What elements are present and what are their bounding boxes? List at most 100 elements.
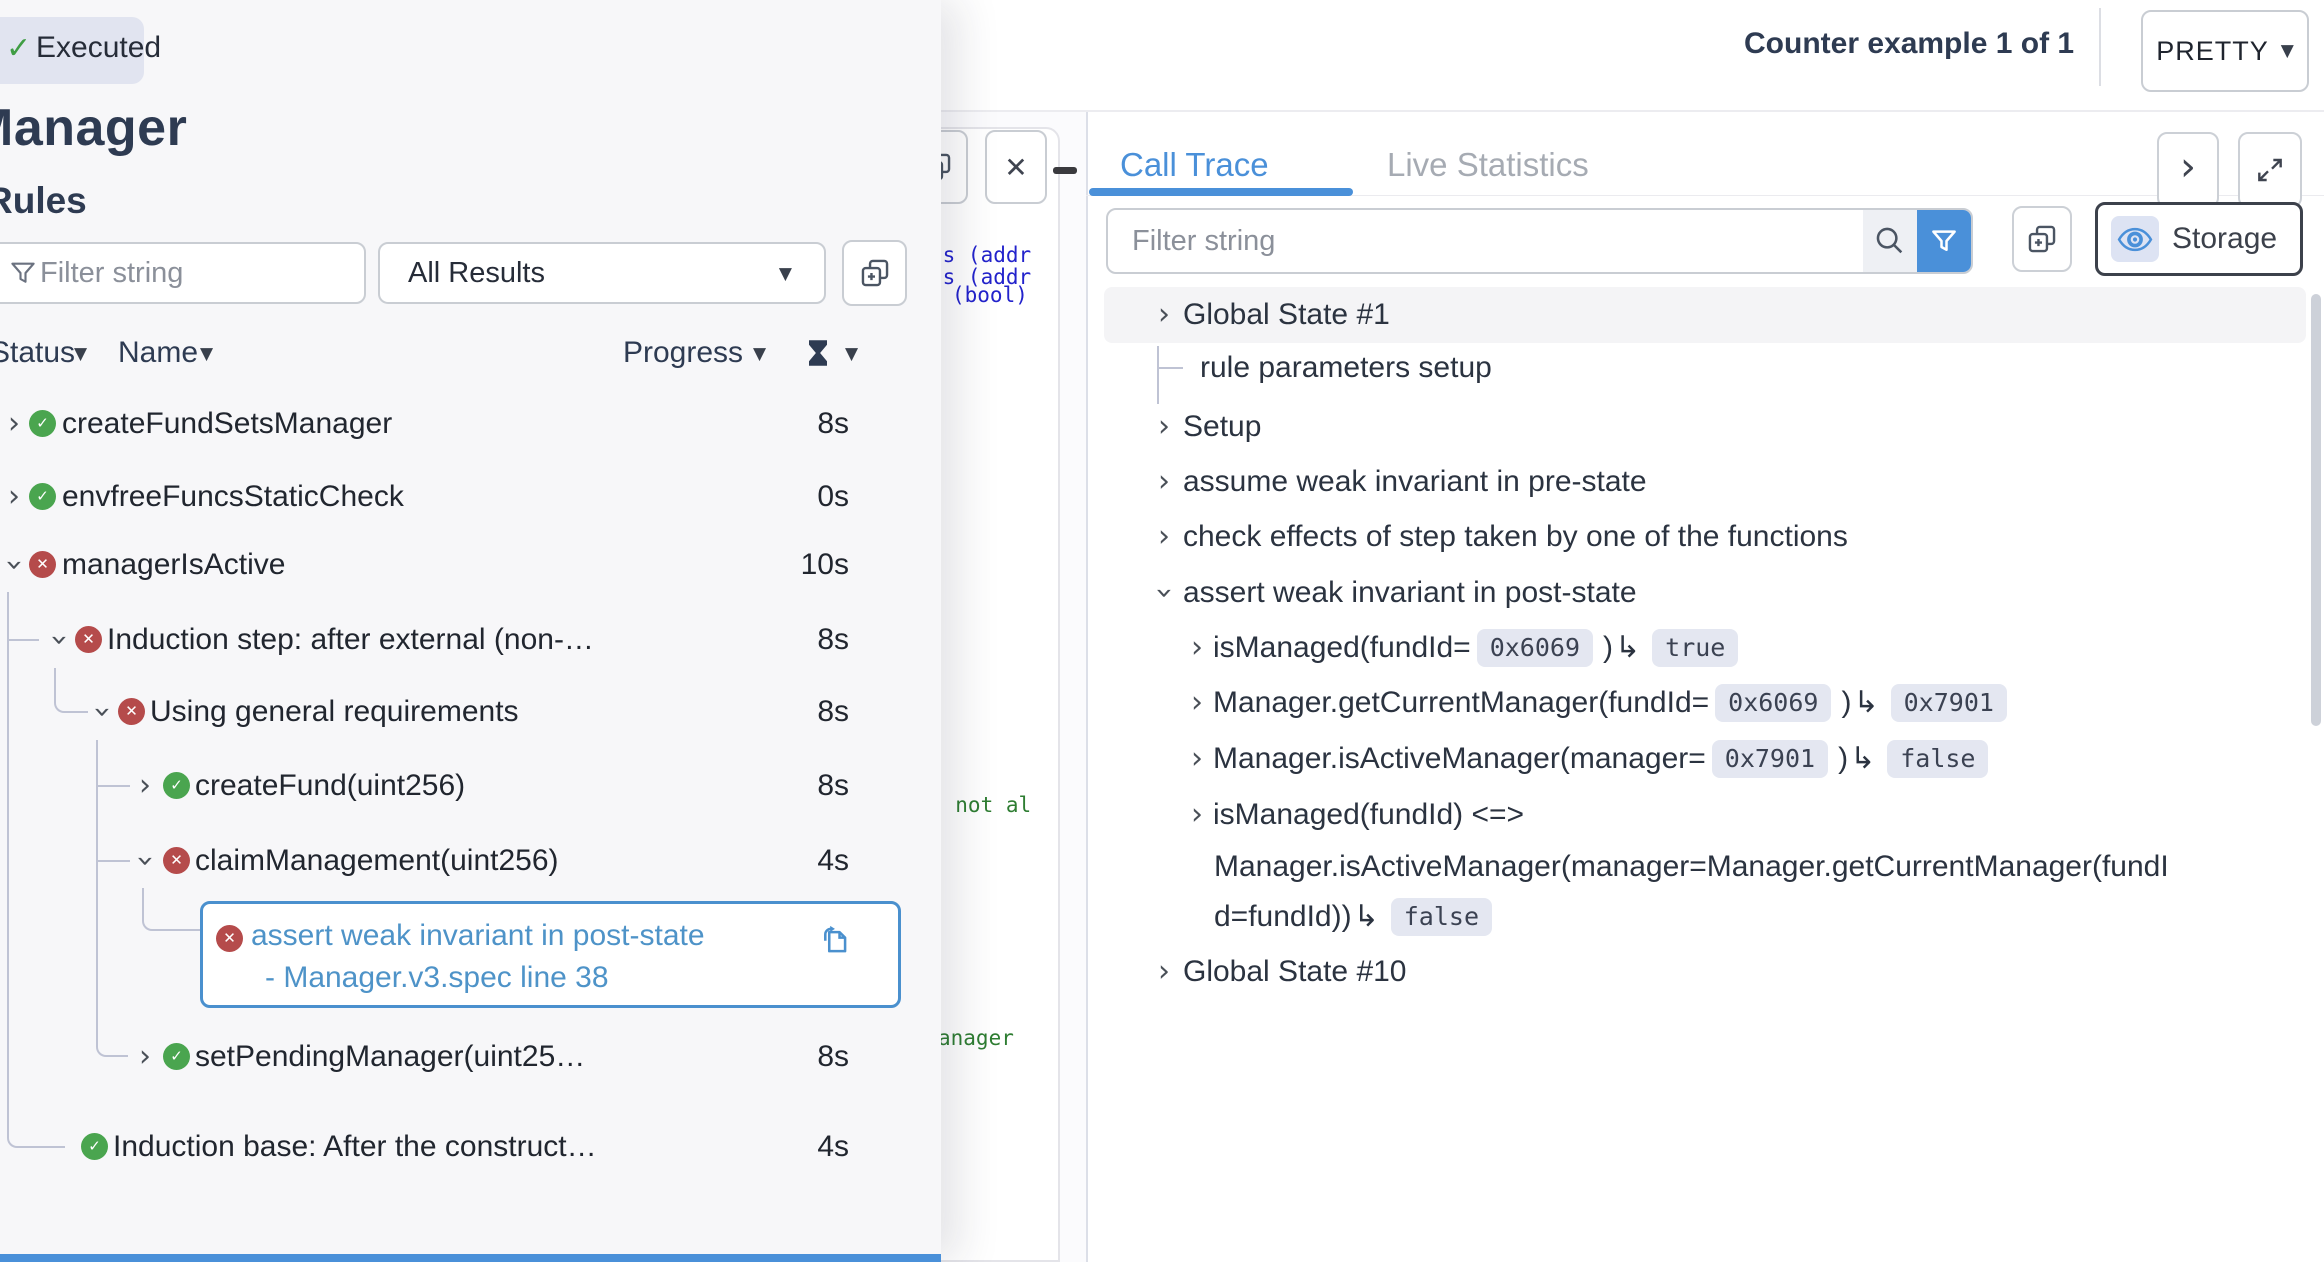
expand-chevron-icon[interactable]: › [2, 476, 26, 518]
rules-section-title: Rules [0, 180, 87, 222]
violation-line1: assert weak invariant in post-state [251, 916, 705, 956]
trace-filter-button[interactable] [1917, 210, 1971, 272]
expand-chevron-icon[interactable]: › [1184, 794, 1210, 836]
rules-filter-input[interactable] [40, 244, 340, 302]
duration-hourglass-icon[interactable] [806, 338, 830, 368]
column-progress[interactable]: Progress [623, 334, 743, 372]
check-icon: ✓ [6, 31, 31, 66]
tree-line [7, 1126, 65, 1148]
column-name[interactable]: Name [118, 334, 198, 372]
expand-chevron-icon[interactable]: › [133, 1036, 157, 1078]
tab-live-statistics[interactable]: Live Statistics [1387, 142, 1589, 188]
rule-label[interactable]: Induction step: after external (non-… [107, 619, 594, 661]
sort-caret-icon[interactable]: ▼ [845, 344, 858, 364]
rule-label[interactable]: claimManagement(uint256) [195, 840, 559, 882]
trace-row[interactable]: Global State #10 [1183, 951, 1407, 993]
rule-label[interactable]: envfreeFuncsStaticCheck [62, 476, 404, 518]
search-zone[interactable] [1863, 210, 1917, 272]
trace-tree-line [1157, 346, 1159, 404]
tree-line [142, 910, 200, 931]
trace-scrollbar-thumb[interactable] [2311, 294, 2321, 726]
trace-label: ) [1838, 738, 1848, 780]
fail-icon: ✕ [216, 925, 243, 952]
sort-caret-icon[interactable]: ▼ [200, 344, 213, 364]
trace-label: rule parameters setup [1200, 347, 1492, 389]
code-fragment: anager [938, 1026, 1014, 1050]
value-chip: false [1887, 740, 1988, 778]
header-divider [2099, 8, 2101, 86]
expand-chevron-icon[interactable]: › [133, 765, 157, 807]
column-status[interactable]: Status [0, 334, 75, 372]
rules-panel: ✓ Executed Manager Rules All Results ▼ S… [0, 0, 941, 1262]
rule-label[interactable]: setPendingManager(uint25… [195, 1036, 585, 1078]
storage-label: Storage [2172, 205, 2277, 273]
trace-label: Manager.isActiveManager(manager= [1213, 738, 1706, 780]
rules-copy-button[interactable] [842, 240, 907, 306]
expand-chevron-icon[interactable]: › [2, 403, 26, 445]
pass-icon: ✓ [163, 1043, 190, 1070]
rule-label[interactable]: createFund(uint256) [195, 765, 465, 807]
trace-row[interactable]: rule parameters setup [1200, 347, 1492, 389]
expand-chevron-icon[interactable]: › [1151, 516, 1177, 558]
collapse-chevron-icon[interactable]: › [1143, 580, 1185, 606]
tab-call-trace[interactable]: Call Trace [1120, 142, 1269, 188]
rule-label[interactable]: createFundSetsManager [62, 403, 392, 445]
trace-row[interactable]: Manager.isActiveManager(manager=Manager.… [1214, 846, 2169, 888]
pass-icon: ✓ [29, 483, 56, 510]
expand-chevron-icon[interactable]: › [1151, 461, 1177, 503]
rule-label[interactable]: managerIsActive [62, 544, 285, 586]
trace-copy-button[interactable] [2012, 206, 2072, 272]
pass-icon: ✓ [29, 410, 56, 437]
code-close-button[interactable]: ✕ [985, 130, 1047, 204]
tree-line [9, 639, 39, 641]
sort-caret-icon[interactable]: ▼ [74, 344, 87, 364]
trace-row[interactable]: isManaged(fundId) <=> [1213, 794, 1524, 836]
collapse-chevron-icon[interactable]: › [81, 700, 123, 724]
value-chip: 0x7901 [1891, 684, 2007, 722]
rule-duration: 10s [801, 544, 849, 586]
code-scrollbar-thumb[interactable] [1053, 167, 1077, 174]
expand-chevron-icon[interactable]: › [1184, 682, 1210, 724]
trace-row[interactable]: check effects of step taken by one of th… [1183, 516, 1848, 558]
trace-row[interactable]: Setup [1183, 406, 1261, 448]
rule-duration: 0s [817, 476, 849, 518]
expand-chevron-icon[interactable]: › [1184, 738, 1210, 780]
rule-label[interactable]: Induction base: After the construct… [113, 1126, 597, 1168]
results-filter-select[interactable]: All Results ▼ [378, 242, 826, 304]
collapse-panel-button[interactable]: › [2157, 132, 2219, 208]
tree-line [54, 668, 56, 696]
trace-filter-input[interactable] [1108, 210, 1872, 272]
trace-row[interactable]: d=fundId))↳false [1214, 896, 1502, 938]
active-tab-underline [1089, 188, 1353, 196]
collapse-chevron-icon[interactable]: › [124, 849, 166, 873]
expand-chevron-icon[interactable]: › [1184, 627, 1210, 669]
tree-line [142, 888, 144, 912]
expand-panel-button[interactable] [2238, 132, 2302, 208]
value-chip: 0x7901 [1712, 740, 1828, 778]
rule-duration: 4s [817, 840, 849, 882]
fail-icon: ✕ [29, 551, 56, 578]
expand-chevron-icon[interactable]: › [1151, 294, 1177, 336]
value-chip: 0x6069 [1715, 684, 1831, 722]
trace-row[interactable]: isManaged(fundId=0x6069)↳true [1213, 627, 1748, 669]
sort-caret-icon[interactable]: ▼ [753, 344, 766, 364]
expand-chevron-icon[interactable]: › [1151, 406, 1177, 448]
trace-row[interactable]: assume weak invariant in pre-state [1183, 461, 1647, 503]
trace-row[interactable]: Global State #1 [1183, 294, 1390, 336]
copy-plus-icon [2025, 222, 2059, 256]
code-fragment: s not al [930, 793, 1031, 817]
collapse-chevron-icon[interactable]: › [38, 628, 80, 652]
jump-to-source-icon[interactable] [815, 920, 853, 960]
trace-row[interactable]: Manager.isActiveManager(manager=0x7901)↳… [1213, 738, 1998, 780]
trace-row[interactable]: Manager.getCurrentManager(fundId=0x6069)… [1213, 682, 2017, 724]
rule-label[interactable]: Using general requirements [150, 691, 519, 733]
storage-toggle-button[interactable]: Storage [2095, 202, 2303, 276]
value-chip: false [1391, 898, 1492, 936]
tree-line [98, 785, 130, 787]
close-icon: ✕ [1004, 151, 1027, 184]
expand-chevron-icon[interactable]: › [1151, 951, 1177, 993]
trace-row[interactable]: assert weak invariant in post-state [1183, 572, 1637, 614]
format-select[interactable]: PRETTY ▼ [2141, 10, 2309, 92]
expand-icon [2254, 154, 2286, 186]
selected-violation-card[interactable]: ✕ assert weak invariant in post-state - … [200, 901, 901, 1008]
